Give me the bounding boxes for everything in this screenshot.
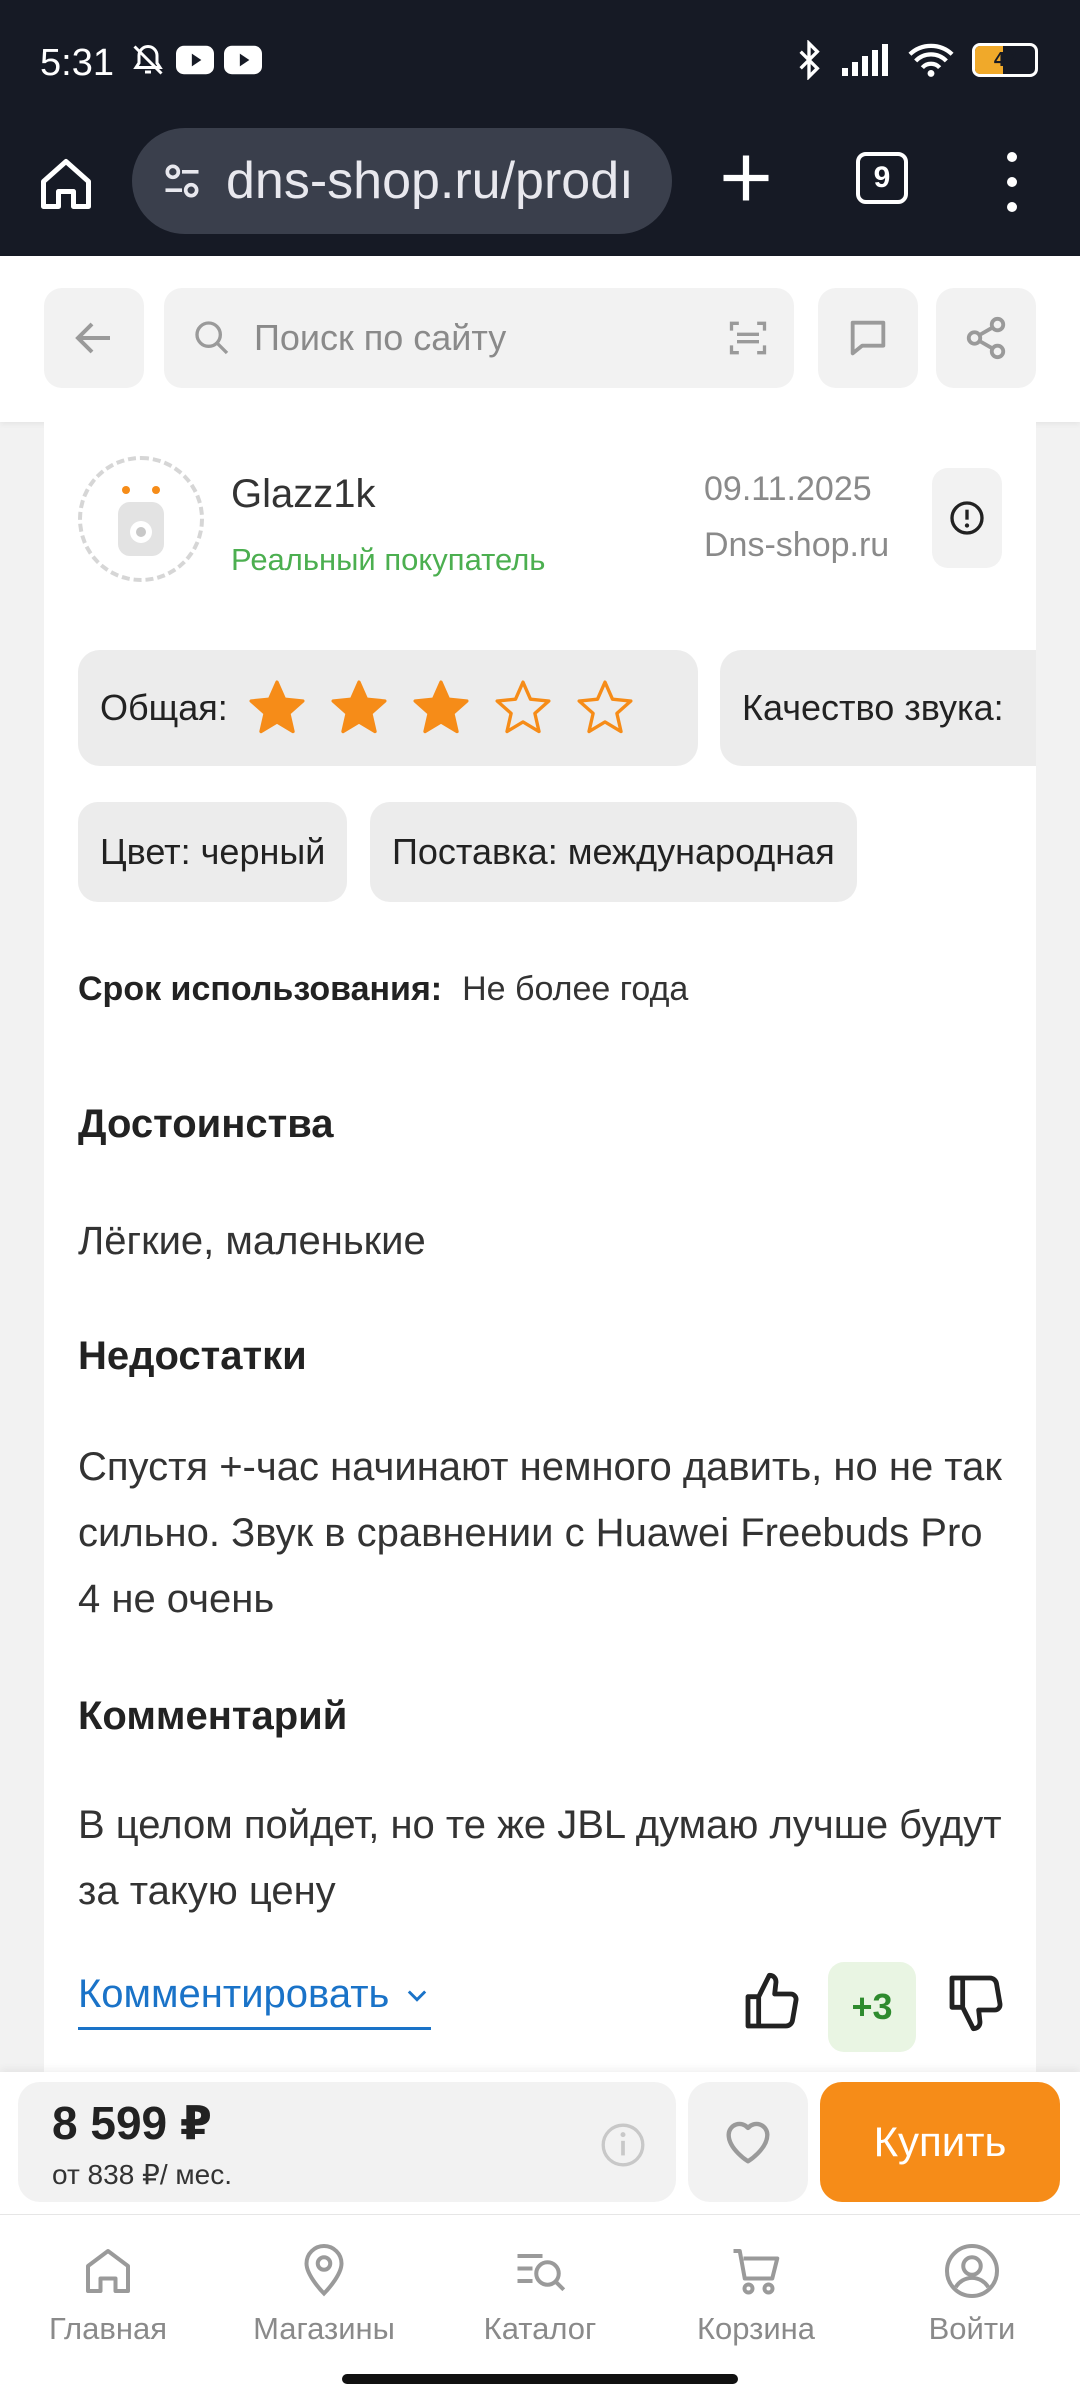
- comment-title: Комментарий: [78, 1694, 348, 1738]
- chat-bubble-icon: [850, 320, 886, 356]
- exclamation-circle-icon: [950, 501, 984, 535]
- system-icons: 47: [794, 40, 1038, 80]
- nav-cart[interactable]: Корзина: [656, 2241, 856, 2347]
- review-card: Glazz1k Реальный покупатель 09.11.2025 D…: [44, 422, 1036, 2072]
- thumbs-down-icon[interactable]: [944, 1970, 1008, 2034]
- new-tab-icon[interactable]: [716, 148, 776, 208]
- pros-title: Достоинства: [78, 1102, 334, 1146]
- barcode-scan-icon[interactable]: [726, 316, 770, 360]
- back-button[interactable]: [44, 288, 144, 388]
- star-empty-icon: [495, 680, 551, 734]
- chip-delivery: Поставка: международная: [370, 802, 857, 902]
- star-filled-icon: [249, 680, 305, 734]
- review-author[interactable]: Glazz1k: [231, 472, 376, 517]
- buy-button[interactable]: Купить: [820, 2082, 1060, 2202]
- chevron-down-icon: [408, 1989, 427, 2002]
- more-menu-icon[interactable]: [1000, 152, 1024, 212]
- site-settings-icon[interactable]: [160, 159, 204, 203]
- overall-rating-label: Общая:: [100, 687, 228, 728]
- price-box: 8 599 ₽ от 838 ₽/ мес.: [18, 2082, 676, 2202]
- comment-link[interactable]: Комментировать: [78, 1972, 432, 2030]
- vote-count: +3: [828, 1962, 916, 2052]
- star-filled-icon: [413, 680, 469, 734]
- youtube-icon: [176, 45, 214, 75]
- url-text: dns-shop.ru/prodı: [226, 152, 634, 210]
- cart-icon: [733, 2249, 780, 2295]
- location-pin-icon: [304, 2244, 344, 2297]
- battery-level: 47: [993, 48, 1017, 71]
- bluetooth-icon: [799, 40, 820, 80]
- usage-period: Срок использования: Не более года: [78, 970, 688, 1009]
- site-header: Поиск по сайту: [0, 256, 1080, 422]
- home-icon[interactable]: [36, 154, 96, 214]
- cons-title: Недостатки: [78, 1334, 307, 1378]
- star-empty-icon: [577, 680, 633, 734]
- comment-text: В целом пойдет, но те же JBL думаю лучше…: [78, 1803, 1002, 1913]
- comment-link-label: Комментировать: [78, 1972, 390, 2016]
- heart-icon: [726, 2121, 770, 2164]
- monthly-price: от 838 ₽/ мес.: [52, 2159, 233, 2190]
- buy-bar: 8 599 ₽ от 838 ₽/ мес. Купить: [0, 2072, 1080, 2214]
- product-price: 8 599 ₽: [52, 2097, 212, 2149]
- user-icon: [945, 2244, 999, 2298]
- nav-cart-label: Корзина: [696, 2311, 816, 2346]
- review-date: 09.11.2025: [704, 470, 872, 508]
- usage-value: Не более года: [462, 970, 689, 1008]
- wifi-icon: [908, 43, 954, 77]
- cons-text: Спустя +-час начинают немного давить, но…: [78, 1445, 1002, 1621]
- sound-quality-rating: Качество звука:: [720, 650, 1036, 766]
- report-button[interactable]: [932, 468, 1002, 568]
- gesture-home-bar[interactable]: [342, 2374, 738, 2384]
- signal-icon: [842, 44, 888, 76]
- youtube-icon: [224, 45, 262, 75]
- avatar[interactable]: [78, 456, 204, 582]
- star-rating: [246, 677, 636, 739]
- star-filled-icon: [331, 680, 387, 734]
- battery-icon: 47: [972, 43, 1038, 77]
- home-icon: [86, 2249, 130, 2293]
- notification-icons: [130, 42, 262, 78]
- search-input[interactable]: Поиск по сайту: [164, 288, 794, 388]
- bottom-navigation: Главная Магазины Каталог Корзина Войти: [0, 2214, 1080, 2400]
- nav-catalog[interactable]: Каталог: [440, 2241, 640, 2347]
- browser-toolbar: dns-shop.ru/prodı 9: [0, 128, 1080, 256]
- nav-catalog-label: Каталог: [483, 2311, 597, 2346]
- tab-switcher-button[interactable]: 9: [856, 152, 908, 204]
- share-button[interactable]: [936, 288, 1036, 388]
- info-icon[interactable]: [598, 2120, 648, 2170]
- pros-text: Лёгкие, маленькие: [78, 1219, 426, 1263]
- address-bar[interactable]: dns-shop.ru/prodı: [132, 128, 672, 234]
- nav-login[interactable]: Войти: [872, 2241, 1072, 2347]
- nav-stores[interactable]: Магазины: [224, 2241, 424, 2347]
- nav-login-label: Войти: [928, 2311, 1016, 2346]
- share-icon: [966, 316, 1006, 360]
- chat-button[interactable]: [818, 288, 918, 388]
- bell-off-icon: [133, 44, 163, 75]
- arrow-left-icon: [75, 322, 110, 354]
- default-avatar-icon: [118, 486, 164, 556]
- thumbs-up-icon[interactable]: [740, 1970, 804, 2034]
- overall-rating: Общая:: [78, 650, 698, 766]
- catalog-search-icon: [517, 2254, 566, 2292]
- usage-label: Срок использования:: [78, 970, 443, 1008]
- status-bar: 5:31 47: [0, 0, 1080, 128]
- search-icon: [195, 321, 229, 355]
- nav-home-label: Главная: [49, 2311, 167, 2346]
- review-source: Dns-shop.ru: [704, 526, 890, 564]
- favorite-button[interactable]: [688, 2082, 808, 2202]
- nav-stores-label: Магазины: [253, 2311, 395, 2346]
- ratings-scroller[interactable]: Общая: Качество звука:: [78, 650, 1036, 768]
- search-placeholder: Поиск по сайту: [254, 317, 507, 358]
- status-time: 5:31: [40, 42, 114, 84]
- sound-quality-label: Качество звука:: [742, 687, 1004, 728]
- real-buyer-badge: Реальный покупатель: [231, 542, 546, 577]
- chip-color: Цвет: черный: [78, 802, 348, 902]
- nav-home[interactable]: Главная: [8, 2241, 208, 2347]
